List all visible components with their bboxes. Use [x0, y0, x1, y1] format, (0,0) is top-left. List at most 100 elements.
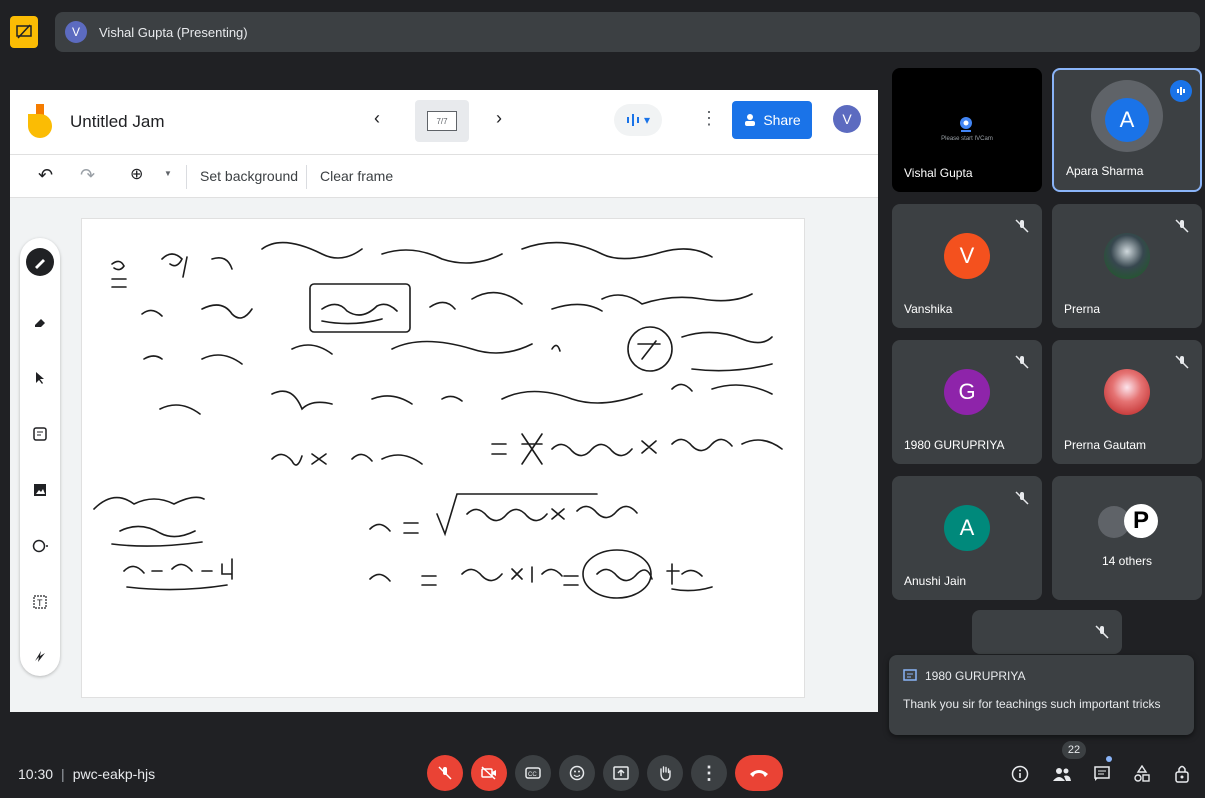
camera-status-text: Please start IVCam	[941, 136, 993, 142]
undo-icon[interactable]: ↶	[38, 165, 53, 186]
mic-off-icon	[1175, 355, 1189, 369]
people-icon	[1053, 768, 1071, 781]
participant-tile-active-speaker[interactable]: A Apara Sharma	[1052, 68, 1202, 192]
previous-frame-icon[interactable]: ‹	[374, 108, 380, 129]
set-background-button[interactable]: Set background	[200, 168, 298, 184]
camera-toggle-button[interactable]	[471, 755, 507, 791]
captions-button[interactable]: CC	[515, 755, 551, 791]
participant-tile-partial[interactable]	[972, 610, 1122, 654]
mic-off-icon	[1095, 625, 1109, 639]
voice-bars-icon	[626, 114, 639, 126]
chat-notification[interactable]: 1980 GURUPRIYA Thank you sir for teachin…	[889, 655, 1194, 735]
text-box-icon[interactable]: T	[26, 588, 54, 616]
mic-toggle-button[interactable]	[427, 755, 463, 791]
participant-tile[interactable]: V Vanshika	[892, 204, 1042, 328]
divider: |	[61, 766, 65, 782]
present-icon[interactable]	[10, 16, 38, 48]
more-options-icon[interactable]: ⋮	[700, 108, 718, 129]
frame-selector[interactable]: 7/7	[415, 100, 469, 142]
next-frame-icon[interactable]: ›	[496, 108, 502, 129]
participant-tile[interactable]: Prerna	[1052, 204, 1202, 328]
avatar: P	[1124, 504, 1158, 538]
avatar: G	[944, 369, 990, 416]
leave-call-button[interactable]	[735, 755, 783, 791]
hand-icon	[660, 766, 671, 781]
participant-name: Apara Sharma	[1066, 164, 1144, 178]
chevron-down-icon: ▾	[643, 113, 651, 127]
people-count-badge: 22	[1062, 741, 1086, 759]
reactions-button[interactable]	[559, 755, 595, 791]
others-tile[interactable]: P 14 others	[1052, 476, 1202, 600]
tool-rail: T	[20, 238, 60, 676]
zoom-dropdown-icon[interactable]: ▼	[164, 169, 172, 178]
more-vert-icon: ⋮	[700, 762, 718, 783]
host-controls-button[interactable]	[1168, 760, 1196, 788]
webcam-icon	[960, 117, 972, 132]
frame-indicator: 7/7	[427, 111, 457, 131]
zoom-icon[interactable]: ⊕	[130, 164, 143, 184]
avatar: V	[944, 233, 990, 280]
divider	[306, 165, 307, 189]
select-pointer-icon[interactable]	[26, 364, 54, 392]
image-icon[interactable]	[26, 476, 54, 504]
mic-off-icon	[1015, 355, 1029, 369]
participant-name: Vanshika	[904, 302, 953, 316]
mic-off-icon	[438, 766, 452, 780]
present-screen-icon	[613, 766, 629, 780]
chat-icon	[1094, 766, 1110, 781]
whiteboard-canvas[interactable]	[81, 218, 805, 698]
people-button[interactable]	[1048, 760, 1076, 788]
hang-up-icon	[750, 770, 768, 777]
user-avatar[interactable]: V	[833, 105, 861, 133]
svg-text:CC: CC	[528, 772, 537, 778]
presenter-avatar: V	[65, 21, 87, 43]
eraser-icon[interactable]	[26, 308, 54, 336]
participant-name: Prerna	[1064, 302, 1101, 316]
meeting-info: 10:30 | pwc-eakp-hjs	[18, 766, 155, 782]
voice-button[interactable]: ▾	[614, 104, 662, 136]
present-now-button[interactable]	[603, 755, 639, 791]
handwritten-math-sketch	[93, 241, 783, 599]
avatar-photo	[1104, 233, 1150, 280]
meeting-details-button[interactable]	[1006, 760, 1034, 788]
presenter-name: Vishal Gupta (Presenting)	[99, 24, 248, 40]
chat-message: Thank you sir for teachings such importa…	[903, 697, 1161, 711]
participant-name: Anushi Jain	[904, 574, 967, 588]
circle-shape-icon[interactable]	[26, 532, 54, 560]
meeting-code: pwc-eakp-hjs	[72, 766, 156, 782]
participant-tile[interactable]: A Anushi Jain	[892, 476, 1042, 600]
participant-tile[interactable]: Prerna Gautam	[1052, 340, 1202, 464]
divider	[186, 165, 187, 189]
mic-off-icon	[1015, 219, 1029, 233]
more-options-button[interactable]: ⋮	[691, 755, 727, 791]
avatar-photo	[1104, 369, 1150, 416]
mic-off-icon	[1175, 219, 1189, 233]
share-button[interactable]: Share	[732, 101, 812, 139]
laser-icon[interactable]	[26, 642, 54, 670]
chat-button[interactable]	[1088, 760, 1116, 788]
jam-toolbar: ↶ ↷ ⊕ ▼ Set background Clear frame	[10, 154, 878, 198]
mic-off-icon	[1015, 491, 1029, 505]
raise-hand-button[interactable]	[647, 755, 683, 791]
svg-text:T: T	[37, 598, 43, 608]
info-icon	[1011, 765, 1029, 783]
chat-sender: 1980 GURUPRIYA	[925, 669, 1026, 683]
emoji-icon	[569, 765, 585, 781]
meeting-time: 10:30	[18, 766, 54, 782]
jamboard-logo-icon	[28, 104, 52, 138]
avatar: A	[1105, 98, 1149, 142]
participant-name: Prerna Gautam	[1064, 438, 1147, 452]
lock-person-icon	[1175, 765, 1189, 783]
pen-icon[interactable]	[26, 248, 54, 276]
activities-button[interactable]	[1128, 760, 1156, 788]
participant-tile[interactable]: Please start IVCam Vishal Gupta	[892, 68, 1042, 192]
clear-frame-button[interactable]: Clear frame	[320, 168, 393, 184]
jam-header: Untitled Jam ‹ 7/7 › ▾ ⋮ Share V	[10, 90, 878, 154]
camera-off-icon	[481, 766, 496, 780]
redo-icon[interactable]: ↷	[80, 165, 95, 186]
participant-tile[interactable]: G 1980 GURUPRIYA	[892, 340, 1042, 464]
jam-title[interactable]: Untitled Jam	[70, 112, 164, 132]
presenting-banner: V Vishal Gupta (Presenting)	[55, 12, 1200, 52]
speaking-indicator-icon	[1170, 80, 1192, 102]
sticky-note-icon[interactable]	[26, 420, 54, 448]
